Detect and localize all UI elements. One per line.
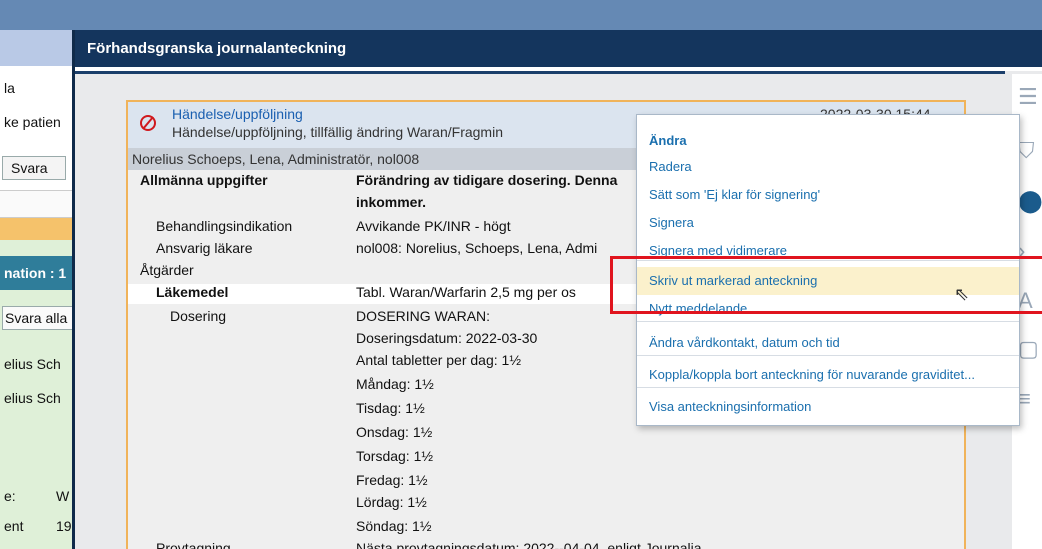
note-row-value: DOSERING WARAN:: [356, 308, 491, 324]
note-row-value: Nästa provtagningsdatum: 2022--04-04, en…: [356, 540, 702, 549]
menu-icon[interactable]: ☰: [1018, 84, 1038, 110]
background-toolbar: [0, 30, 80, 66]
filter-icon[interactable]: ⛉: [1018, 138, 1035, 164]
dialog-title[interactable]: Förhandsgranska journalanteckning: [75, 30, 1042, 67]
note-row-value: Måndag: 1½: [356, 376, 434, 392]
note-row-value: nol008: Norelius, Schoeps, Lena, Admi: [356, 240, 598, 256]
camera-icon[interactable]: ▢: [1018, 336, 1039, 362]
note-row-label: Ansvarig läkare: [156, 240, 253, 256]
prohibited-icon: [140, 115, 156, 131]
menu-item-koppla-graviditet[interactable]: Koppla/koppla bort anteckning för nuvara…: [637, 361, 1019, 389]
note-row: Fredag: 1½: [128, 472, 964, 492]
menu-item-radera[interactable]: Radera: [637, 153, 1019, 181]
menu-separator: [637, 355, 1019, 356]
note-subtitle: Händelse/uppföljning, tillfällig ändring…: [172, 124, 503, 140]
note-row-value: Torsdag: 1½: [356, 448, 434, 464]
field-value: W: [56, 488, 70, 504]
background-text: ke patien: [4, 114, 61, 130]
list-item[interactable]: elius Sch: [4, 356, 61, 372]
field-label: e:: [4, 488, 16, 504]
note-title[interactable]: Händelse/uppföljning: [172, 106, 303, 122]
note-row: Söndag: 1½: [128, 518, 964, 538]
app-top-strip: [0, 0, 1042, 30]
note-row-label: Allmänna uppgifter: [140, 172, 268, 188]
highlight-annotation-box: [610, 256, 1042, 314]
note-row-value: Förändring av tidigare dosering. Denna: [356, 172, 618, 188]
note-row-value: Tisdag: 1½: [356, 400, 425, 416]
background-app: la ke patien Svara nation : 1 Svara alla…: [0, 30, 80, 549]
note-row-value: Onsdag: 1½: [356, 424, 433, 440]
menu-item-andra[interactable]: Ändra: [637, 127, 1019, 155]
field-value: 19: [56, 518, 72, 534]
note-row: Onsdag: 1½: [128, 424, 964, 444]
list-item[interactable]: elius Sch: [4, 390, 61, 406]
menu-item-visa-information[interactable]: Visa anteckningsinformation: [637, 393, 1019, 421]
note-row-value: Söndag: 1½: [356, 518, 432, 534]
note-row-label: Provtagning: [156, 540, 231, 549]
note-row-value: Fredag: 1½: [356, 472, 428, 488]
menu-item-signera[interactable]: Signera: [637, 209, 1019, 237]
svara-button[interactable]: Svara: [2, 156, 66, 180]
note-row: Lördag: 1½: [128, 494, 964, 514]
menu-separator: [637, 321, 1019, 322]
note-row-label: Åtgärder: [140, 262, 194, 278]
note-row-value: Avvikande PK/INR - högt: [356, 218, 511, 234]
note-row-label: Dosering: [170, 308, 227, 324]
note-row-value: Antal tabletter per dag: 1½: [356, 352, 521, 368]
note-row-value: inkommer.: [356, 194, 427, 210]
note-row-label: Behandlingsindikation: [156, 218, 293, 234]
note-row: Provtagning Nästa provtagningsdatum: 202…: [128, 540, 964, 549]
note-row: Torsdag: 1½: [128, 448, 964, 468]
menu-separator: [637, 387, 1019, 388]
note-row-value: Lördag: 1½: [356, 494, 427, 510]
background-header-row: [0, 190, 80, 218]
scroll-icon[interactable]: ⬤: [1018, 188, 1042, 214]
background-text: la: [4, 80, 15, 96]
mouse-cursor-icon: ⇖: [954, 284, 970, 304]
note-row-value: Doseringsdatum: 2022-03-30: [356, 330, 538, 346]
background-selected-row[interactable]: [0, 218, 80, 240]
field-label: ent: [4, 518, 24, 534]
menu-item-andra-vardkontakt[interactable]: Ändra vårdkontakt, datum och tid: [637, 329, 1019, 357]
note-row-value: Tabl. Waran/Warfarin 2,5 mg per os: [356, 284, 576, 300]
background-info-bar: nation : 1: [0, 256, 80, 290]
menu-item-ej-klar[interactable]: Sätt som 'Ej klar för signering': [637, 181, 1019, 209]
note-row-label: Läkemedel: [156, 284, 229, 300]
svara-alla-button[interactable]: Svara alla: [2, 306, 80, 330]
